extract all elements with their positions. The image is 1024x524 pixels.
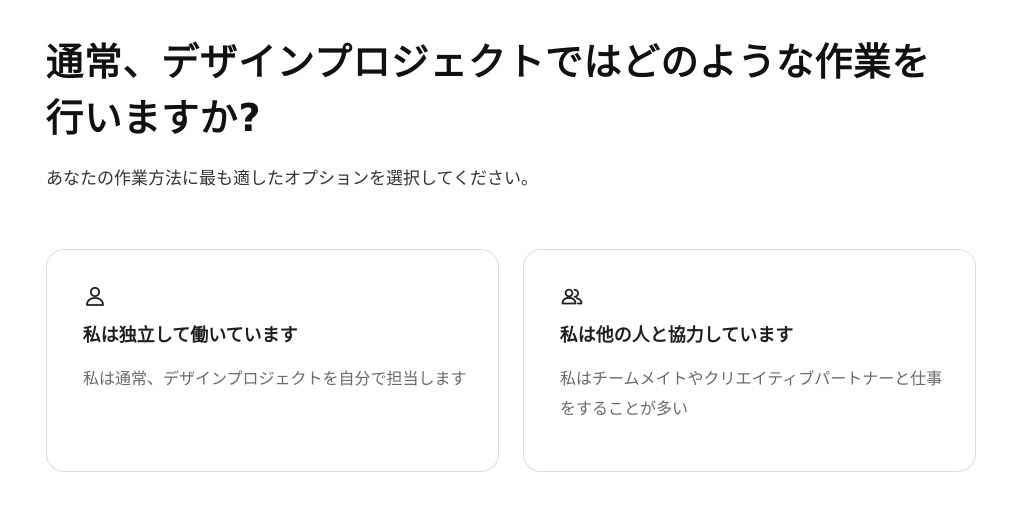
survey-page: 通常、デザインプロジェクトではどのような作業を行いますか? あなたの作業方法に最…	[46, 34, 986, 472]
option-title: 私は独立して働いています	[83, 325, 298, 346]
option-card-collaborative[interactable]: 私は他の人と協力しています 私はチームメイトやクリエイティブパートナーと仕事をす…	[523, 249, 976, 472]
people-icon	[560, 284, 584, 308]
option-list: 私は独立して働いています 私は通常、デザインプロジェクトを自分で担当します 私は…	[46, 249, 976, 472]
option-card-independent[interactable]: 私は独立して働いています 私は通常、デザインプロジェクトを自分で担当します	[46, 249, 499, 472]
option-description: 私はチームメイトやクリエイティブパートナーと仕事をすることが多い	[560, 369, 943, 418]
option-description: 私は通常、デザインプロジェクトを自分で担当します	[83, 369, 467, 388]
question-subtitle: あなたの作業方法に最も適したオプションを選択してください。	[46, 169, 538, 189]
question-title: 通常、デザインプロジェクトではどのような作業を行いますか?	[46, 40, 931, 140]
person-icon	[83, 284, 107, 308]
option-title: 私は他の人と協力しています	[560, 325, 794, 346]
